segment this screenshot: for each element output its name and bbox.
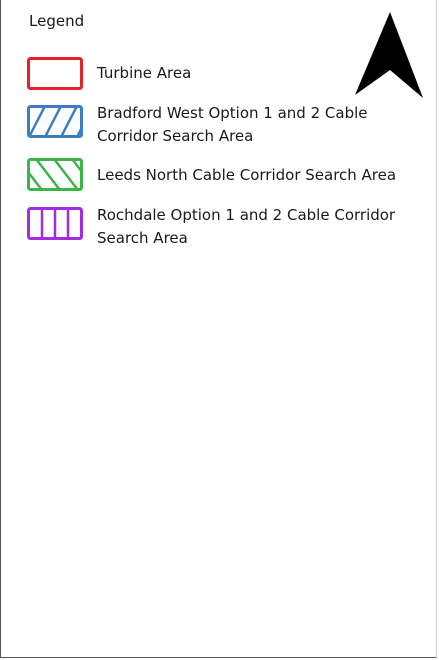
legend-label: Leeds North Cable Corridor Search Area (97, 166, 397, 184)
map-frame: Legend Turbine Area Bradford West Option… (0, 0, 437, 658)
legend-label: Rochdale Option 1 and 2 Cable Corridor S… (97, 206, 396, 247)
rochdale-swatch (27, 207, 83, 240)
turbine-area-swatch (27, 57, 83, 90)
legend-label: Turbine Area (97, 64, 192, 82)
leeds-north-swatch (27, 158, 83, 191)
legend-title: Legend (29, 12, 85, 30)
legend-label: Bradford West Option 1 and 2 Cable Corri… (97, 104, 368, 145)
bradford-west-swatch (27, 105, 83, 138)
north-arrow-icon (355, 12, 423, 98)
